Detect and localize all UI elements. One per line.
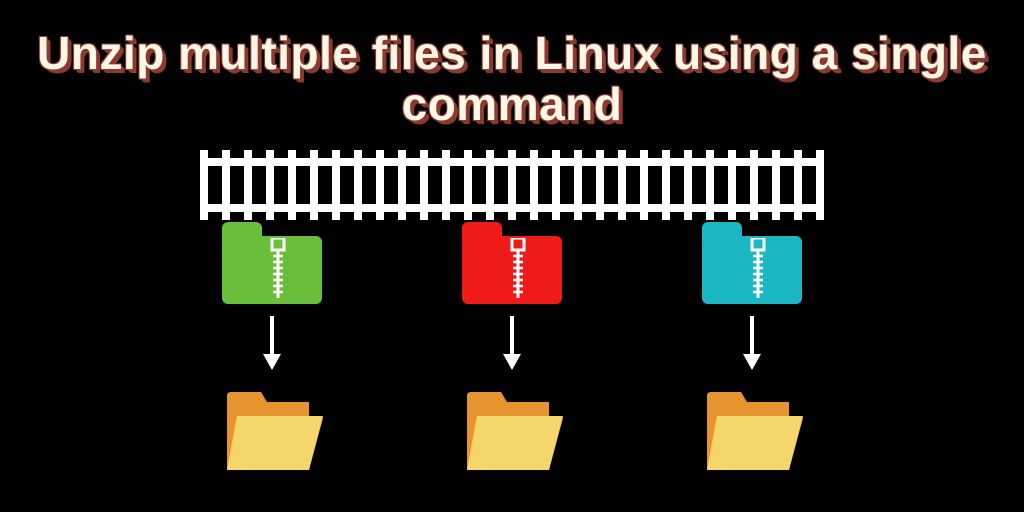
zip-file-cyan-icon	[702, 222, 802, 304]
arrow-down-icon	[741, 316, 763, 370]
open-folder-icon	[217, 380, 327, 480]
arrow-down-icon	[501, 316, 523, 370]
zip-files-row	[0, 222, 1024, 304]
diagram-title: Unzip multiple files in Linux using a si…	[0, 28, 1024, 129]
open-folder-icon	[457, 380, 567, 480]
output-folders-row	[0, 380, 1024, 480]
railroad-track-icon	[200, 158, 824, 212]
arrow-down-icon	[261, 316, 283, 370]
zip-file-green-icon	[222, 222, 322, 304]
arrows-row	[0, 316, 1024, 370]
open-folder-icon	[697, 380, 807, 480]
zip-file-red-icon	[462, 222, 562, 304]
